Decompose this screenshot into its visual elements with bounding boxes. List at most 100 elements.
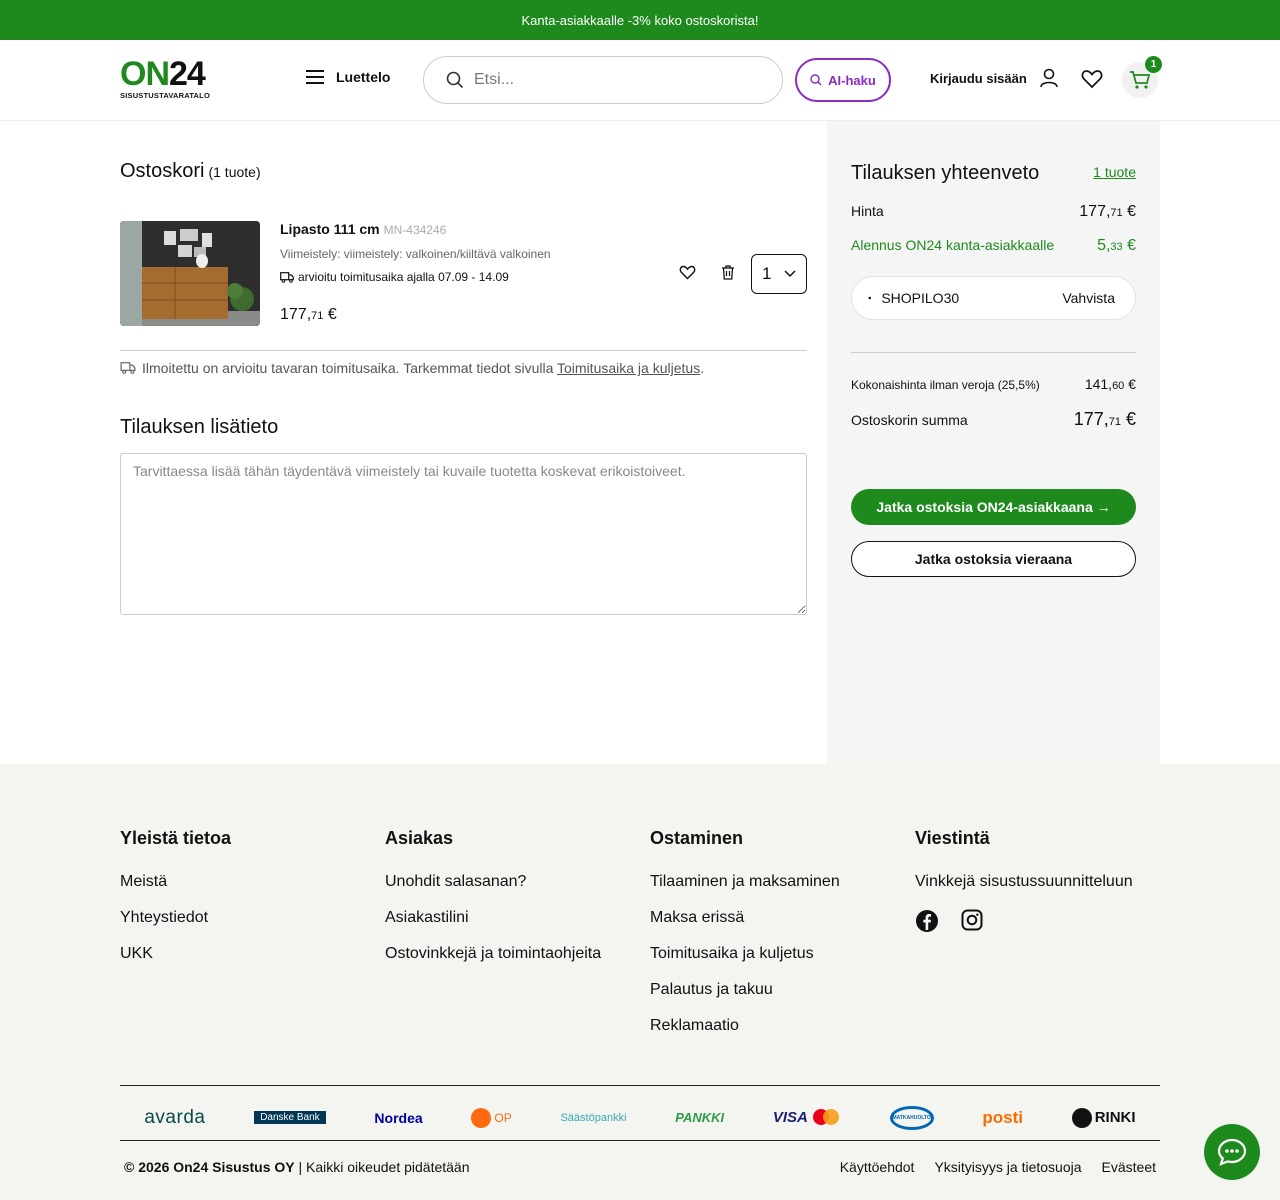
- chat-button[interactable]: [1204, 1124, 1260, 1180]
- logo-subtitle: SISUSTUSTAVARATALO: [120, 91, 210, 100]
- order-notes-title: Tilauksen lisätieto: [120, 416, 279, 438]
- catalog-menu-button[interactable]: Luettelo: [306, 69, 390, 85]
- footer-link[interactable]: Palautus ja takuu: [650, 981, 840, 1002]
- cart-total-value: 177,71 €: [1073, 409, 1136, 429]
- product-delivery: arvioitu toimitusaika ajalla 07.09 - 14.…: [280, 270, 509, 284]
- footer-link[interactable]: Unohdit salasanan?: [385, 873, 601, 894]
- cart-page: Ostoskori (1 tuote) Lipasto 111 cm MN-43…: [0, 121, 1280, 764]
- order-notes-textarea[interactable]: [120, 453, 807, 615]
- product-price: 177,71 €: [280, 306, 337, 323]
- price-row: Hinta 177,71 €: [851, 203, 1136, 220]
- summary-title: Tilauksen yhteenveto: [851, 162, 1040, 184]
- delivery-info-link[interactable]: Toimitusaika ja kuljetus: [557, 360, 700, 376]
- wishlist-button[interactable]: [1081, 69, 1103, 94]
- footer-column-title: Asiakas: [385, 828, 454, 848]
- order-summary: Tilauksen yhteenveto 1 tuote Hinta 177,7…: [827, 121, 1160, 764]
- divider: [120, 1140, 1160, 1141]
- footer-link[interactable]: Maksa erissä: [650, 909, 840, 930]
- cart-button[interactable]: 1: [1122, 56, 1162, 98]
- cart-total-row: Ostoskorin summa 177,71 €: [851, 409, 1136, 429]
- search-input[interactable]: [474, 71, 754, 89]
- heart-icon: [1081, 70, 1103, 89]
- coupon-input[interactable]: [881, 290, 1063, 306]
- truck-icon: [120, 362, 136, 374]
- divider: [120, 350, 807, 351]
- continue-as-customer-button[interactable]: Jatka ostoksia ON24-asiakkaana →: [851, 489, 1136, 525]
- promo-text: Kanta-asiakkaalle -3% koko ostoskorista!: [521, 12, 759, 28]
- coupon-field: Vahvista: [851, 276, 1136, 320]
- search-icon: [810, 74, 822, 86]
- product-name[interactable]: Lipasto 111 cm MN-434246: [280, 221, 446, 237]
- search-box: [423, 56, 783, 104]
- product-finish: Viimeistely: viimeistely: valkoinen/kiil…: [280, 247, 551, 261]
- footer-column-communication: Viestintä Vinkkejä sisustussuunnitteluun: [915, 828, 1133, 933]
- product-thumbnail: [120, 221, 260, 326]
- product-sku: MN-434246: [383, 223, 447, 237]
- facebook-icon[interactable]: [915, 909, 939, 933]
- cart-title: Ostoskori (1 tuote): [120, 160, 261, 182]
- hamburger-icon: [306, 70, 324, 84]
- mastercard-icon: [812, 1108, 839, 1125]
- footer-link[interactable]: UKK: [120, 945, 231, 966]
- add-to-wishlist-button[interactable]: [679, 265, 696, 285]
- social-links: [915, 909, 1133, 933]
- rinki-logo: RINKI: [1071, 1107, 1136, 1128]
- heart-icon: [679, 265, 696, 280]
- chat-icon: [1217, 1138, 1247, 1166]
- catalog-menu-label: Luettelo: [336, 69, 391, 85]
- rinki-circle-icon: [1071, 1107, 1092, 1128]
- cart-count-badge: 1: [1145, 56, 1162, 73]
- net-total-value: 141,60 €: [1084, 376, 1136, 392]
- visa-mastercard-logo: VISA: [773, 1108, 841, 1128]
- logo[interactable]: ON24 SISUSTUSTAVARATALO: [120, 57, 220, 100]
- price-value: 177,71 €: [1079, 203, 1136, 220]
- footer-link[interactable]: Vinkkejä sisustussuunnitteluun: [915, 873, 1133, 894]
- footer-column-title: Ostaminen: [650, 828, 744, 848]
- net-total-row: Kokonaishinta ilman veroja (25,5%) 141,6…: [851, 376, 1136, 392]
- summary-item-count-link[interactable]: 1 tuote: [1093, 164, 1136, 180]
- product-image[interactable]: [120, 221, 260, 326]
- footer-column-general: Yleistä tietoa Meistä Yhteystiedot UKK: [120, 828, 231, 981]
- delivery-notice: Ilmoitettu on arvioitu tavaran toimitusa…: [120, 360, 704, 376]
- footer-link[interactable]: Ostovinkkejä ja toimintaohjeita: [385, 945, 601, 966]
- posti-logo: posti: [982, 1107, 1023, 1127]
- footer-link[interactable]: Asiakastilini: [385, 909, 601, 930]
- search-icon: [446, 71, 464, 89]
- cookies-link[interactable]: Evästeet: [1102, 1159, 1156, 1175]
- ai-search-label: AI-haku: [828, 72, 876, 88]
- footer-link[interactable]: Reklamaatio: [650, 1017, 840, 1038]
- terms-link[interactable]: Käyttöehdot: [840, 1159, 915, 1175]
- truck-icon: [280, 271, 294, 283]
- continue-as-guest-button[interactable]: Jatka ostoksia vieraana: [851, 541, 1136, 577]
- tag-icon: [868, 296, 872, 300]
- quantity-value: 1: [762, 264, 772, 283]
- remove-item-button[interactable]: [721, 265, 735, 285]
- user-icon: [1040, 68, 1058, 88]
- footer-column-title: Yleistä tietoa: [120, 828, 232, 848]
- site-footer: Yleistä tietoa Meistä Yhteystiedot UKK A…: [0, 764, 1280, 1200]
- payment-partners: avarda Danske Bank Nordea OP Säästöpankk…: [120, 1095, 1160, 1140]
- footer-link[interactable]: Toimitusaika ja kuljetus: [650, 945, 840, 966]
- legal-links: Käyttöehdot Yksityisyys ja tietosuoja Ev…: [840, 1159, 1156, 1175]
- ai-search-button[interactable]: AI-haku: [795, 58, 891, 102]
- discount-row: Alennus ON24 kanta-asiakkaalle 5,33 €: [851, 237, 1136, 254]
- cart-item: Lipasto 111 cm MN-434246 Viimeistely: vii…: [120, 221, 807, 326]
- s-pankki-logo: PANKKI: [675, 1110, 725, 1125]
- avarda-logo: avarda: [144, 1106, 206, 1128]
- footer-link[interactable]: Yhteystiedot: [120, 909, 231, 930]
- copyright: © 2026 On24 Sisustus OY | Kaikki oikeude…: [124, 1159, 470, 1175]
- coupon-apply-button[interactable]: Vahvista: [1062, 290, 1115, 306]
- discount-value: 5,33 €: [1097, 237, 1136, 254]
- footer-link[interactable]: Meistä: [120, 873, 231, 894]
- quantity-select[interactable]: 1: [751, 254, 807, 294]
- saastopankki-logo: Säästöpankki: [560, 1111, 627, 1124]
- privacy-link[interactable]: Yksityisyys ja tietosuoja: [934, 1159, 1081, 1175]
- footer-link[interactable]: Tilaaminen ja maksaminen: [650, 873, 840, 894]
- login-label: Kirjaudu sisään: [930, 70, 1027, 86]
- divider: [120, 1085, 1160, 1086]
- instagram-icon[interactable]: [961, 909, 983, 931]
- login-button[interactable]: Kirjaudu sisään: [930, 68, 1059, 88]
- chevron-down-icon: [784, 270, 796, 278]
- cart-item-count: (1 tuote): [208, 164, 261, 180]
- footer-column-customer: Asiakas Unohdit salasanan? Asiakastilini…: [385, 828, 601, 981]
